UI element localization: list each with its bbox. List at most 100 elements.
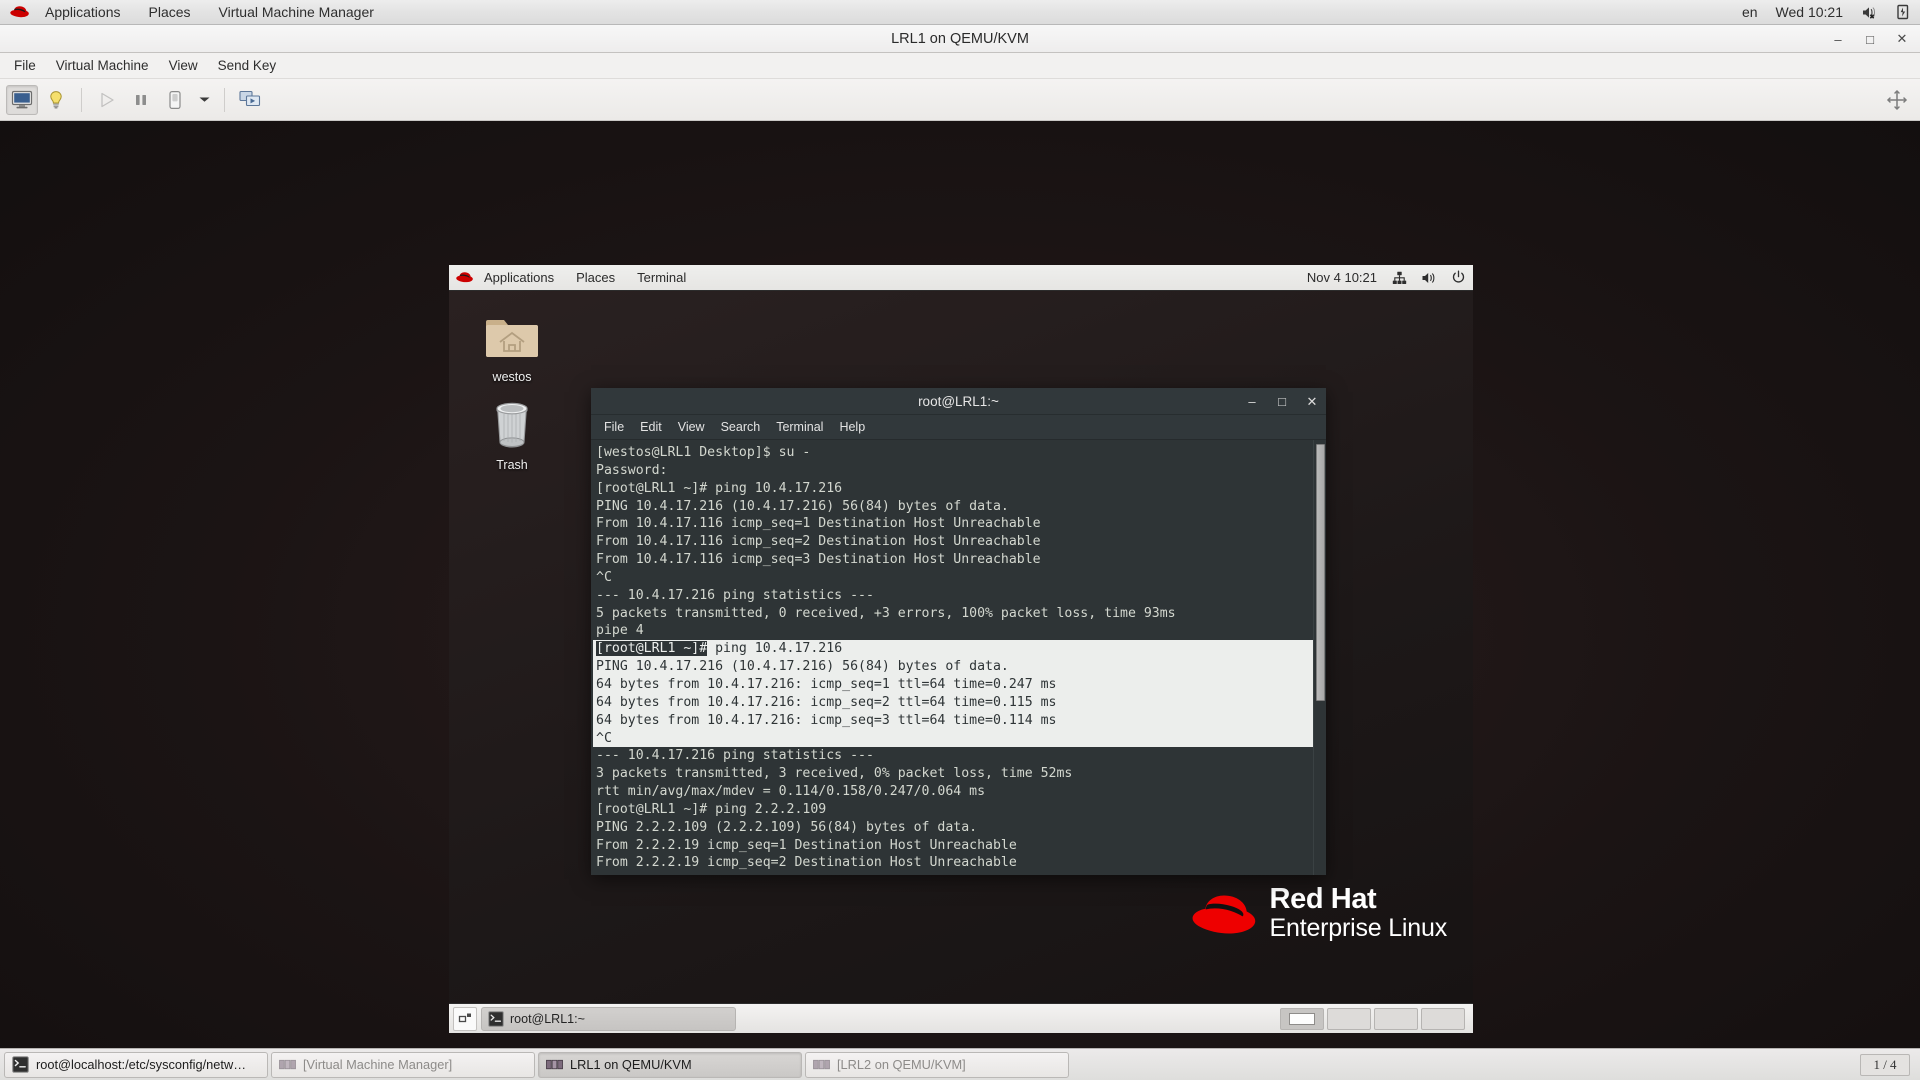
keyboard-layout-indicator[interactable]: en [1733,0,1767,24]
terminal-line: rtt min/avg/max/mdev = 0.114/0.158/0.247… [596,784,986,800]
host-taskbar-item-vmm[interactable]: [Virtual Machine Manager] [271,1051,535,1078]
terminal-window-controls: – □ ✕ [1246,388,1318,415]
rhel-brand-text: Red Hat Enterprise Linux [1270,884,1448,941]
terminal-window[interactable]: root@LRL1:~ – □ ✕ File Edit View Search … [591,388,1326,875]
host-menu-virtual-machine-manager[interactable]: Virtual Machine Manager [205,0,388,24]
arrows-expand-icon [1886,89,1908,111]
shutdown-button[interactable] [159,85,191,115]
terminal-line: PING 10.4.17.216 (10.4.17.216) 56(84) by… [596,498,1009,514]
vmm-maximize-button[interactable]: □ [1862,31,1878,47]
workspace-2[interactable] [1327,1007,1371,1030]
vmm-minimize-button[interactable]: – [1830,31,1846,47]
terminal-scrollbar-thumb[interactable] [1316,444,1325,701]
screens-icon [239,90,261,109]
snapshots-button[interactable] [234,85,266,115]
show-details-button[interactable] [40,85,72,115]
terminal-line: 64 bytes from 10.4.17.216: icmp_seq=3 tt… [593,711,1313,730]
terminal-line: ^C [596,569,612,585]
terminal-menu-help[interactable]: Help [831,415,873,439]
terminal-icon [12,1056,29,1073]
terminal-menubar: File Edit View Search Terminal Help [591,415,1326,440]
terminal-menu-view[interactable]: View [670,415,713,439]
redhat-fedora-icon [1192,889,1256,937]
host-clock[interactable]: Wed 10:21 [1767,0,1852,24]
host-taskbar-item-terminal[interactable]: root@localhost:/etc/sysconfig/netw… [4,1051,268,1078]
trash-icon [486,399,538,449]
workspace-pager [1280,1007,1469,1030]
guest-screen[interactable]: Applications Places Terminal Nov 4 10:21 [449,265,1473,1033]
vmm-menu-send-key[interactable]: Send Key [208,53,287,78]
terminal-minimize-button[interactable]: – [1246,395,1258,408]
terminal-body[interactable]: [westos@LRL1 Desktop]$ su - Password: [roo… [591,440,1326,875]
toolbar-separator-2 [224,87,225,112]
vmm-titlebar: LRL1 on QEMU/KVM – □ ✕ [0,25,1920,53]
workspace-4[interactable] [1421,1007,1465,1030]
host-taskbar-item-lrl2[interactable]: [LRL2 on QEMU/KVM] [805,1051,1069,1078]
terminal-line: PING 2.2.2.109 (2.2.2.109) 56(84) bytes … [596,819,978,835]
rhel-branding: Red Hat Enterprise Linux [1192,884,1447,941]
volume-muted-icon[interactable] [1852,5,1887,20]
workspace-indicator[interactable]: 1 / 4 [1860,1053,1910,1076]
vmm-window-title: LRL1 on QEMU/KVM [891,30,1029,47]
workspace-window-thumb [1289,1012,1315,1025]
chevron-down-icon [198,95,211,104]
terminal-line: Password: [596,462,668,478]
terminal-icon [488,1010,504,1027]
show-desktop-icon [458,1011,473,1026]
vmm-menu-file[interactable]: File [4,53,46,78]
network-wired-icon[interactable] [1385,271,1414,285]
terminal-maximize-button[interactable]: □ [1276,395,1288,408]
show-desktop-button[interactable] [453,1006,477,1031]
terminal-line: [westos@LRL1 Desktop]$ su - [596,445,811,460]
redhat-fedora-icon [10,5,29,19]
show-console-button[interactable] [6,84,38,115]
guest-menu-terminal[interactable]: Terminal [626,265,697,290]
host-menu-applications[interactable]: Applications [31,0,135,24]
terminal-line: 3 packets transmitted, 3 received, 0% pa… [596,766,1073,782]
shutdown-menu-button[interactable] [193,85,215,115]
host-taskbar-item-lrl1[interactable]: LRL1 on QEMU/KVM [538,1051,802,1078]
vmm-icon [279,1058,296,1072]
guest-menu-places[interactable]: Places [565,265,626,290]
terminal-line: PING 10.4.17.216 (10.4.17.216) 56(84) by… [593,658,1313,676]
pause-button[interactable] [125,85,157,115]
vmm-icon [546,1058,563,1072]
terminal-line: From 2.2.2.19 icmp_seq=1 Destination Hos… [596,837,1017,853]
home-folder-icon [484,313,540,361]
terminal-scrollbar[interactable] [1313,440,1326,875]
guest-desktop[interactable]: westos Trash Red Hat Enterprise Linux ro… [449,291,1473,1003]
terminal-line: From 2.2.2.19 icmp_seq=2 Destination Hos… [596,855,1017,871]
terminal-menu-edit[interactable]: Edit [632,415,670,439]
terminal-close-button[interactable]: ✕ [1306,395,1318,408]
run-button [91,85,123,115]
power-icon[interactable] [1444,270,1473,285]
workspace-1[interactable] [1280,1007,1324,1030]
fullscreen-button[interactable] [1880,85,1914,115]
guest-viewport-area[interactable]: Applications Places Terminal Nov 4 10:21 [0,121,1920,1048]
desktop-icon-trash[interactable]: Trash [469,399,555,472]
terminal-menu-search[interactable]: Search [713,415,769,439]
desktop-icon-westos[interactable]: westos [469,313,555,384]
vmm-menu-view[interactable]: View [159,53,208,78]
terminal-line: 64 bytes from 10.4.17.216: icmp_seq=2 tt… [593,693,1313,712]
vmm-close-button[interactable]: ✕ [1894,31,1910,47]
terminal-titlebar: root@LRL1:~ – □ ✕ [591,388,1326,415]
terminal-menu-terminal[interactable]: Terminal [768,415,831,439]
guest-taskbar-item-terminal[interactable]: root@LRL1:~ [481,1006,736,1031]
vmm-menu-virtual-machine[interactable]: Virtual Machine [46,53,159,78]
host-menu-places[interactable]: Places [135,0,205,24]
battery-charging-icon[interactable] [1887,4,1920,20]
toolbar-separator [81,87,82,112]
workspace-3[interactable] [1374,1007,1418,1030]
volume-icon[interactable] [1414,271,1444,285]
guest-top-panel: Applications Places Terminal Nov 4 10:21 [449,265,1473,291]
terminal-output[interactable]: [westos@LRL1 Desktop]$ su - Password: [roo… [591,440,1313,875]
host-taskbar-item-label: [Virtual Machine Manager] [303,1057,453,1072]
terminal-window-title: root@LRL1:~ [918,393,999,409]
terminal-line: [root@LRL1 ~]# ping 10.4.17.216 [596,480,843,496]
terminal-menu-file[interactable]: File [596,415,632,439]
guest-clock[interactable]: Nov 4 10:21 [1299,270,1385,285]
desktop-icon-label: westos [492,370,532,384]
guest-menu-applications[interactable]: Applications [473,265,565,290]
lightbulb-icon [46,90,66,110]
